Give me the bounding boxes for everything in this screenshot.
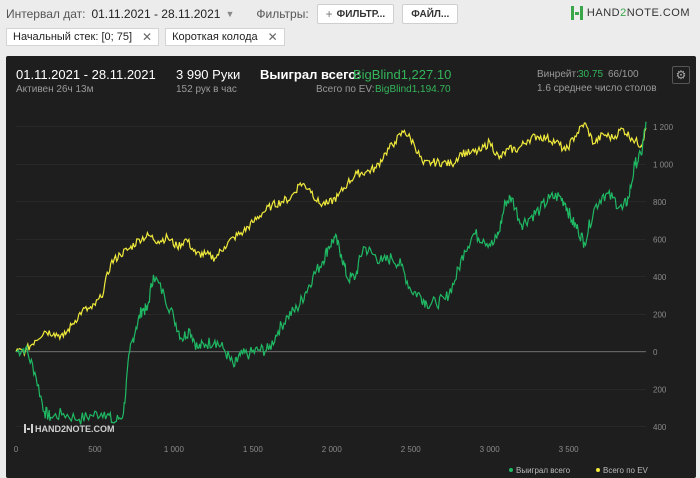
legend-label-ev: Всего по EV xyxy=(603,466,649,475)
x-tick-label: 1 000 xyxy=(164,445,185,454)
y-tick-label: 800 xyxy=(653,198,667,207)
series-line-ev xyxy=(15,122,647,358)
logo-text-note: NOTE.COM xyxy=(626,7,690,19)
filter-chip-label: Начальный стек: [0; 75] xyxy=(13,31,133,43)
date-range-value: 01.11.2021 - 28.11.2021 xyxy=(91,7,221,21)
profit-chart: 1 2001 0008006004002000200400 0 500 1 000 1… xyxy=(14,121,674,475)
x-tick-label: 500 xyxy=(88,445,102,454)
x-tick-label: 0 xyxy=(14,445,19,454)
legend: Выиграл всего Всего по EV xyxy=(509,466,649,475)
x-tick-label: 3 000 xyxy=(480,445,501,454)
top-toolbar: Интервал дат: 01.11.2021 - 28.11.2021 ▼ … xyxy=(0,0,700,28)
chart-grid xyxy=(16,126,646,428)
filter-chip-label: Короткая колода xyxy=(172,31,258,43)
logo-text-2: 2 xyxy=(620,7,627,19)
date-range-select[interactable]: 01.11.2021 - 28.11.2021 ▼ xyxy=(91,7,234,21)
legend-swatch-won xyxy=(509,468,513,472)
y-tick-label: 400 xyxy=(653,423,667,432)
results-panel: 01.11.2021 - 28.11.2021 Активен 26ч 13м … xyxy=(6,56,696,478)
logo-icon xyxy=(570,6,583,20)
y-tick-label: 400 xyxy=(653,273,667,282)
x-axis-ticks: 0 500 1 000 1 500 2 000 2 500 3 000 3 500 xyxy=(14,445,579,454)
chevron-down-icon: ▼ xyxy=(225,9,235,19)
logo-text-hand: HAND xyxy=(586,7,621,19)
legend-label-won: Выиграл всего xyxy=(516,466,571,475)
add-filter-button[interactable]: + ФИЛЬТР... xyxy=(316,4,395,24)
watermark-logo-icon xyxy=(24,424,33,433)
y-tick-label: 1 200 xyxy=(653,123,674,132)
date-range-label: Интервал дат: xyxy=(6,7,86,21)
x-tick-label: 2 500 xyxy=(401,445,422,454)
x-tick-label: 2 000 xyxy=(322,445,343,454)
watermark-text: HAND2NOTE.COM xyxy=(35,424,115,434)
file-button[interactable]: ФАЙЛ... xyxy=(402,4,459,24)
y-tick-label: 0 xyxy=(653,348,658,357)
y-tick-label: 200 xyxy=(653,385,667,394)
filters-label: Фильтры: xyxy=(256,7,309,21)
hand2note-logo: HAND 2 NOTE.COM xyxy=(570,6,690,20)
legend-swatch-ev xyxy=(596,468,600,472)
chart-watermark: HAND2NOTE.COM xyxy=(24,424,115,434)
y-tick-label: 1 000 xyxy=(653,160,674,169)
file-button-label: ФАЙЛ... xyxy=(411,8,450,20)
x-tick-label: 1 500 xyxy=(243,445,264,454)
y-tick-label: 200 xyxy=(653,310,667,319)
series-line-won xyxy=(15,121,647,425)
x-tick-label: 3 500 xyxy=(559,445,580,454)
close-icon[interactable]: ✕ xyxy=(142,30,152,44)
close-icon[interactable]: ✕ xyxy=(268,30,278,44)
y-axis-ticks: 1 200 1 000 800 600 400 200 0 200 400 xyxy=(653,123,674,432)
filter-chip-start-stack[interactable]: Начальный стек: [0; 75] ✕ xyxy=(6,28,160,46)
add-filter-label: ФИЛЬТР... xyxy=(336,8,386,20)
filter-chip-short-deck[interactable]: Короткая колода ✕ xyxy=(165,28,285,46)
active-filters: Начальный стек: [0; 75] ✕ Короткая колод… xyxy=(6,28,291,48)
plus-icon: + xyxy=(325,7,333,21)
y-tick-label: 600 xyxy=(653,235,667,244)
